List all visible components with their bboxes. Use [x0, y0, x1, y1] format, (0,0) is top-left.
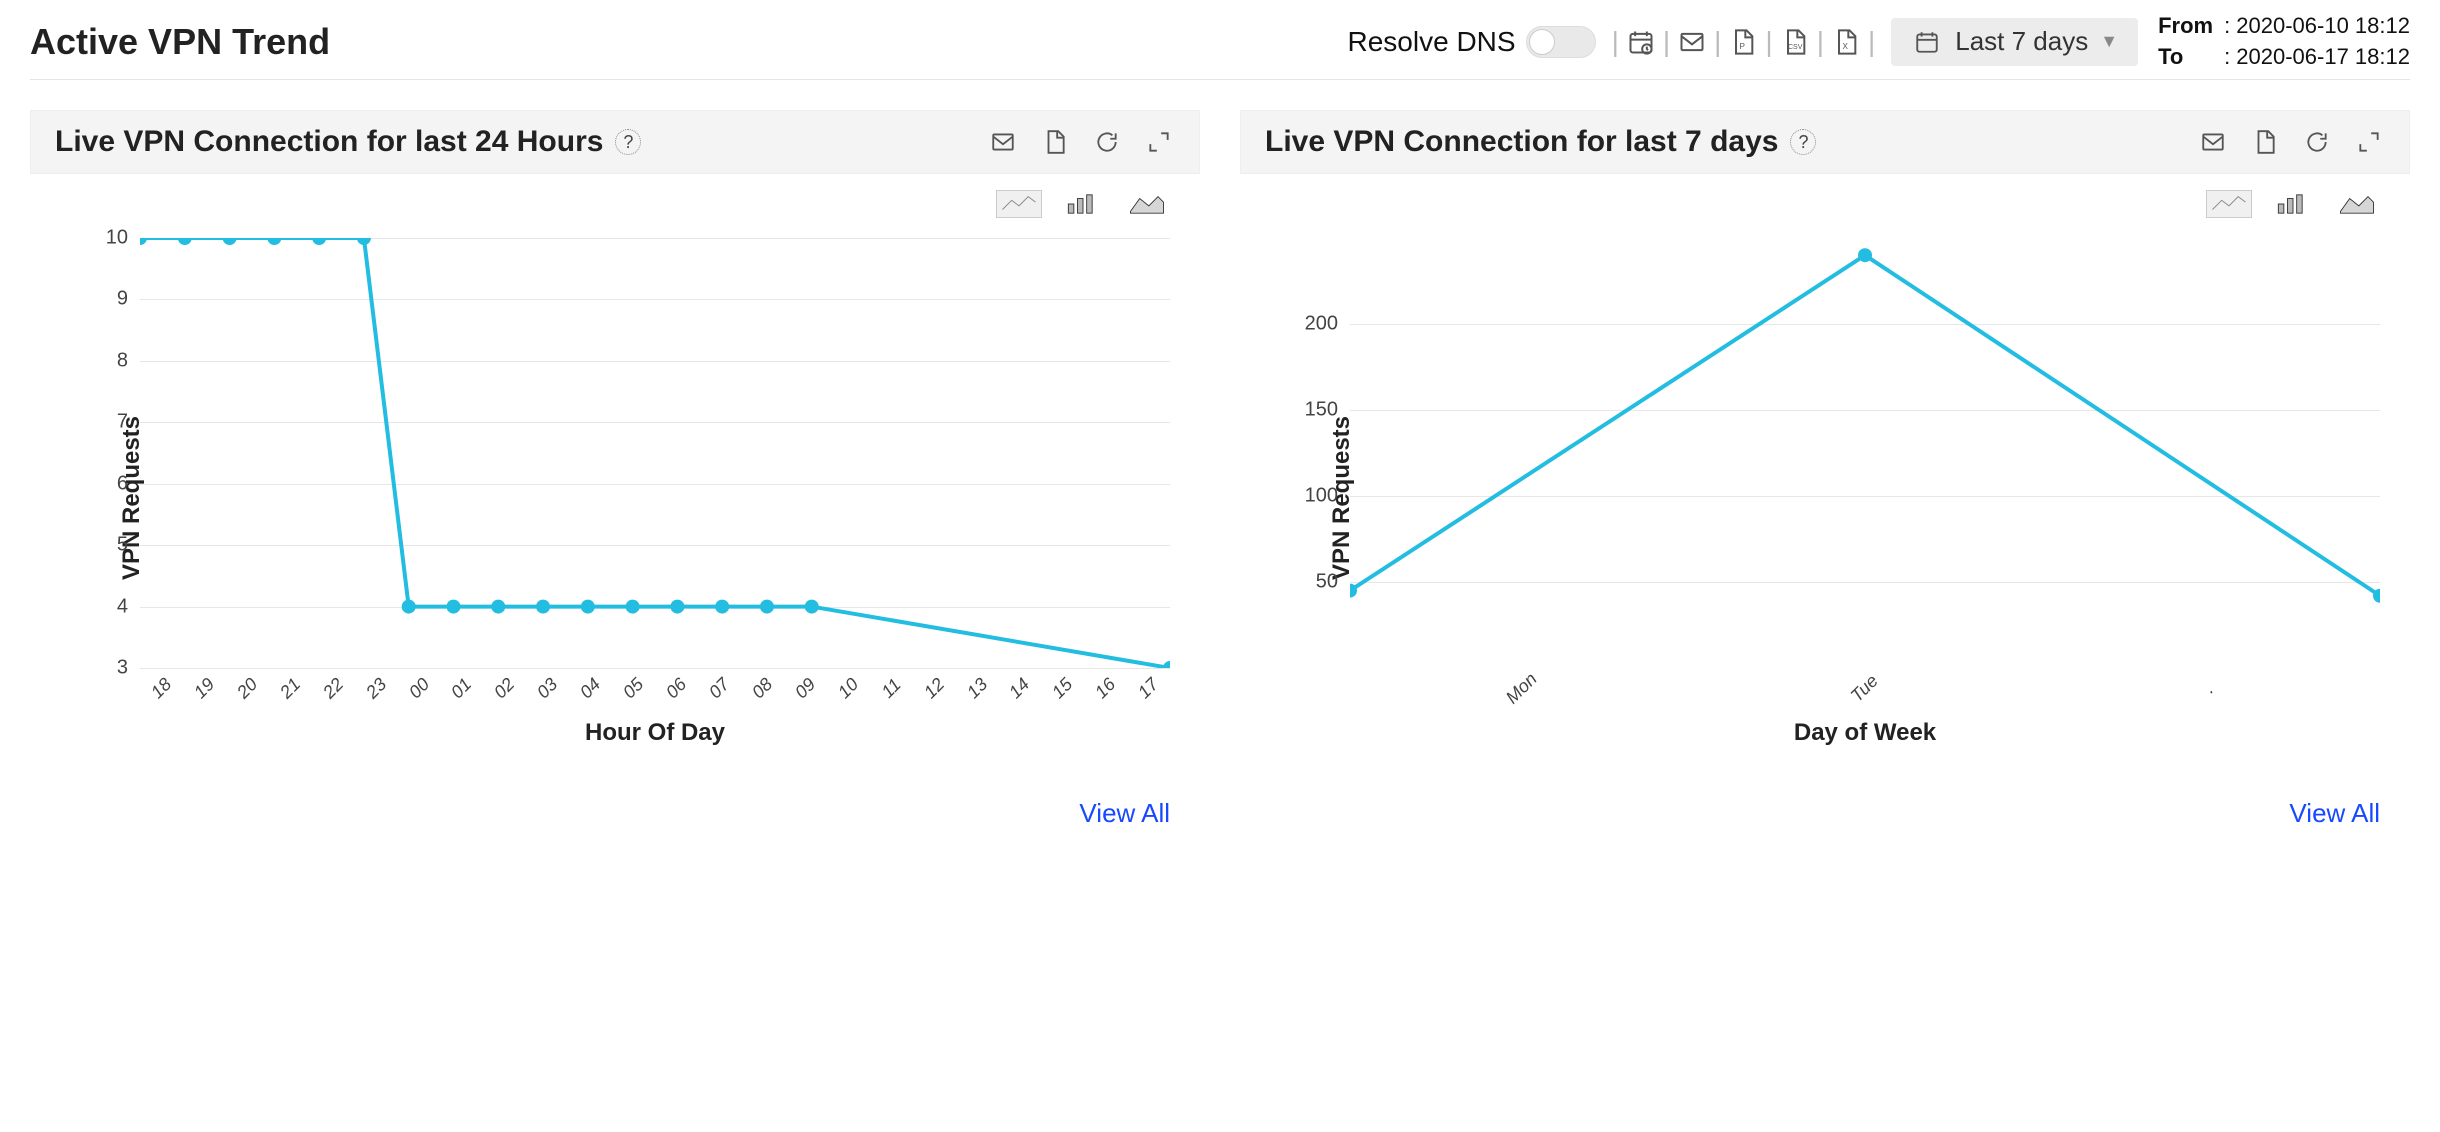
x-tick: 17	[1126, 666, 1171, 711]
date-range-readout: From: 2020-06-10 18:12 To: 2020-06-17 18…	[2158, 11, 2410, 73]
y-tick: 6	[90, 472, 140, 495]
x-tick: 01	[439, 666, 484, 711]
mail-icon[interactable]	[987, 126, 1019, 158]
x-tick: 11	[869, 666, 914, 711]
x-axis-title: Hour Of Day	[140, 719, 1170, 747]
separator: |	[1663, 26, 1670, 58]
y-tick: 10	[90, 227, 140, 250]
refresh-icon[interactable]	[2301, 126, 2333, 158]
pdf-export-icon[interactable]	[1039, 126, 1071, 158]
y-tick: 4	[90, 595, 140, 618]
svg-text:CSV: CSV	[1788, 44, 1803, 51]
x-tick: 04	[568, 666, 613, 711]
x-tick: 12	[911, 666, 956, 711]
svg-text:X: X	[1842, 42, 1848, 51]
page-title: Active VPN Trend	[30, 21, 330, 63]
x-tick: 22	[311, 666, 356, 711]
line-chart-icon[interactable]	[996, 190, 1042, 218]
date-range-label: Last 7 days	[1955, 26, 2088, 57]
help-icon[interactable]: ?	[615, 129, 641, 155]
y-tick: 7	[90, 411, 140, 434]
x-tick: 07	[697, 666, 742, 711]
plot-area: 345678910	[140, 238, 1170, 668]
x-tick: 05	[611, 666, 656, 711]
x-ticks: MonTue.	[1350, 678, 2380, 699]
x-tick: 16	[1083, 666, 1128, 711]
x-tick: 18	[139, 666, 184, 711]
x-tick: 06	[654, 666, 699, 711]
x-tick: 23	[353, 666, 398, 711]
y-tick: 3	[90, 657, 140, 680]
x-axis-title: Day of Week	[1350, 719, 2380, 747]
panel-header: Live VPN Connection for last 24 Hours ?	[30, 110, 1200, 174]
refresh-icon[interactable]	[1091, 126, 1123, 158]
top-bar: Active VPN Trend Resolve DNS | | | P | C…	[30, 10, 2410, 80]
line-chart-icon[interactable]	[2206, 190, 2252, 218]
x-tick: 00	[396, 666, 441, 711]
y-tick: 100	[1300, 485, 1350, 508]
plot-area: 50100150200	[1350, 238, 2380, 668]
x-ticks: 1819202122230001020304050607080910111213…	[140, 678, 1170, 699]
schedule-icon[interactable]	[1625, 26, 1657, 58]
mail-icon[interactable]	[2197, 126, 2229, 158]
calendar-icon	[1911, 26, 1943, 58]
chart-24h: VPN Requests 345678910 18192021222300010…	[30, 218, 1200, 778]
resolve-dns-label: Resolve DNS	[1348, 26, 1516, 58]
area-chart-icon[interactable]	[2334, 190, 2380, 218]
date-range-selector[interactable]: Last 7 days ▼	[1891, 18, 2138, 66]
x-tick: 10	[826, 666, 871, 711]
csv-export-icon[interactable]: CSV	[1779, 26, 1811, 58]
chart-type-switch	[1240, 174, 2410, 218]
y-tick: 8	[90, 349, 140, 372]
y-tick: 9	[90, 288, 140, 311]
to-label: To	[2158, 42, 2218, 73]
resolve-dns-toggle[interactable]	[1526, 26, 1596, 58]
separator: |	[1817, 26, 1824, 58]
x-tick: 09	[783, 666, 828, 711]
x-tick: 02	[482, 666, 527, 711]
from-label: From	[2158, 11, 2218, 42]
panel-24h: Live VPN Connection for last 24 Hours ? …	[30, 110, 1200, 849]
chart-7d: VPN Requests 50100150200 MonTue. Day of …	[1240, 218, 2410, 778]
x-tick: 21	[268, 666, 313, 711]
bar-chart-icon[interactable]	[1060, 190, 1106, 218]
panel-7d: Live VPN Connection for last 7 days ? VP…	[1240, 110, 2410, 849]
pdf-export-icon[interactable]	[2249, 126, 2281, 158]
separator: |	[1868, 26, 1875, 58]
x-tick: 20	[225, 666, 270, 711]
x-tick: 08	[740, 666, 785, 711]
y-tick: 200	[1300, 313, 1350, 336]
mail-icon[interactable]	[1676, 26, 1708, 58]
separator: |	[1765, 26, 1772, 58]
separator: |	[1612, 26, 1619, 58]
y-tick: 50	[1300, 571, 1350, 594]
expand-icon[interactable]	[1143, 126, 1175, 158]
separator: |	[1714, 26, 1721, 58]
panel-header: Live VPN Connection for last 7 days ?	[1240, 110, 2410, 174]
pdf-export-icon[interactable]: P	[1727, 26, 1759, 58]
chevron-down-icon: ▼	[2100, 31, 2118, 52]
x-tick: 03	[525, 666, 570, 711]
bar-chart-icon[interactable]	[2270, 190, 2316, 218]
help-icon[interactable]: ?	[1790, 129, 1816, 155]
x-tick: 13	[954, 666, 999, 711]
xls-export-icon[interactable]: X	[1830, 26, 1862, 58]
x-tick: 15	[1040, 666, 1085, 711]
view-all-link[interactable]: View All	[30, 778, 1200, 849]
expand-icon[interactable]	[2353, 126, 2385, 158]
from-value: : 2020-06-10 18:12	[2224, 11, 2410, 42]
svg-text:P: P	[1740, 42, 1746, 51]
y-tick: 5	[90, 534, 140, 557]
to-value: : 2020-06-17 18:12	[2224, 42, 2410, 73]
x-tick: 19	[182, 666, 227, 711]
panel-title: Live VPN Connection for last 24 Hours	[55, 125, 603, 159]
chart-type-switch	[30, 174, 1200, 218]
x-tick: 14	[997, 666, 1042, 711]
y-tick: 150	[1300, 399, 1350, 422]
area-chart-icon[interactable]	[1124, 190, 1170, 218]
panel-title: Live VPN Connection for last 7 days	[1265, 125, 1778, 159]
